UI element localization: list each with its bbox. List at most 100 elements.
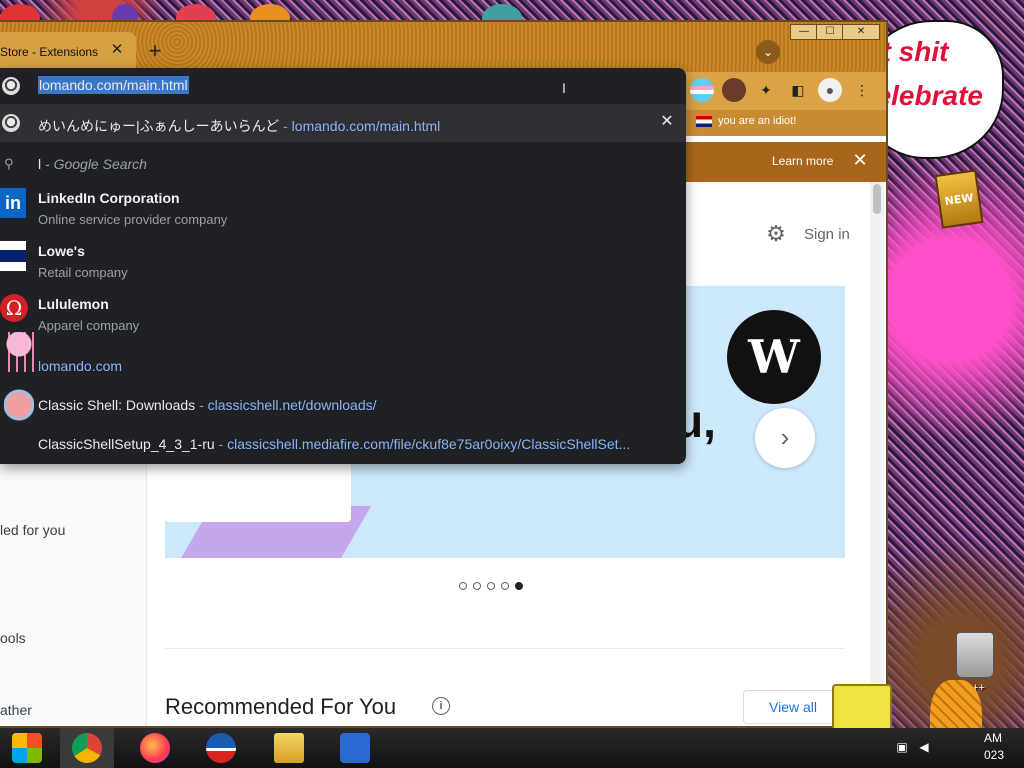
view-all-button[interactable]: View all — [743, 690, 843, 724]
app-icon — [206, 733, 236, 763]
tab-close-icon[interactable]: ✕ — [108, 41, 126, 59]
entity-description: Online service provider company — [38, 212, 228, 227]
minimize-button[interactable]: — — [790, 24, 818, 40]
nav-item[interactable]: ools — [0, 630, 26, 646]
start-icon — [12, 733, 42, 763]
new-badge: NEW — [934, 169, 984, 229]
entity-suggestion[interactable]: Ω Lululemon Apparel company — [0, 288, 686, 340]
text-cursor-icon: I — [562, 80, 566, 96]
section-title: Recommended For You — [165, 694, 397, 719]
entity-description: Retail company — [38, 265, 128, 280]
suggestion-url: classicshell.net/downloads/ — [207, 397, 377, 413]
account-icon[interactable]: ● — [818, 78, 842, 102]
start-button[interactable] — [0, 728, 54, 768]
volume-icon[interactable]: ◀ — [916, 740, 932, 756]
close-window-button[interactable]: ✕ — [842, 24, 880, 40]
carousel-dot[interactable] — [501, 581, 509, 590]
new-tab-button[interactable]: + — [144, 40, 166, 62]
lowes-logo-icon — [0, 241, 26, 271]
remove-suggestion-icon[interactable]: ✕ — [658, 113, 676, 131]
suggestion-url: lomando.com/main.html — [291, 118, 441, 134]
address-input[interactable]: lomando.com/main.html — [38, 76, 189, 94]
carousel-dot[interactable] — [487, 581, 495, 590]
firefox-icon — [140, 733, 170, 763]
taskbar-chrome[interactable] — [60, 728, 114, 768]
entity-name: LinkedIn Corporation — [38, 190, 180, 206]
omnibox-dropdown: lomando.com/main.html I めいんめにゅー|ふぁんしーあいら… — [0, 68, 686, 464]
carousel-dot-active[interactable] — [515, 581, 523, 590]
carousel-dots — [459, 577, 529, 590]
clock-time: AM — [984, 731, 1002, 745]
bookmark-item[interactable]: you are an idiot! — [696, 115, 796, 127]
desktop-top-icons — [0, 0, 540, 32]
suggestion-separator: - — [214, 436, 228, 452]
taskbar-app[interactable] — [194, 728, 248, 768]
maximize-button[interactable]: ☐ — [816, 24, 844, 40]
app-icon — [340, 733, 370, 763]
nav-item[interactable]: led for you — [0, 522, 65, 538]
suggestion-title: ClassicShellSetup_4_3_1-ru — [38, 436, 215, 452]
suggestion-row[interactable]: ClassicShellSetup_4_3_1-ru - classicshel… — [0, 424, 686, 462]
learn-more-link[interactable]: Learn more — [772, 154, 833, 168]
title-bar: Store - Extensions ✕ + ⌄ — ☐ ✕ — [0, 22, 886, 72]
carousel-dot[interactable] — [459, 581, 467, 590]
suggestion-text: ClassicShellSetup_4_3_1-ru - classicshel… — [38, 436, 678, 452]
menu-dots-icon[interactable]: ⋮ — [850, 78, 874, 102]
tab-search-icon[interactable]: ⌄ — [756, 40, 780, 64]
puzzle-icon[interactable]: ✦ — [754, 78, 778, 102]
address-bar[interactable]: lomando.com/main.html I — [0, 68, 686, 104]
nav-item[interactable]: ather — [0, 702, 32, 718]
entity-description: Apparel company — [38, 318, 140, 333]
sign-in-link[interactable]: Sign in — [804, 226, 850, 243]
suggestion-url: classicshell.mediafire.com/file/ckuf8e75… — [227, 436, 631, 452]
search-suffix: - Google Search — [41, 156, 147, 172]
taskbar-app[interactable] — [328, 728, 382, 768]
info-bar-close-icon[interactable]: ✕ — [850, 150, 870, 171]
site-favicon-icon — [2, 77, 20, 95]
jellyfish-icon — [4, 332, 34, 372]
suggestion-text: Classic Shell: Downloads - classicshell.… — [38, 397, 678, 413]
clock-date: 023 — [984, 748, 1005, 762]
flag-icon — [696, 115, 712, 127]
suggestion-separator: - — [195, 397, 208, 413]
snail-icon — [4, 385, 34, 425]
recycle-bin-icon[interactable] — [956, 632, 994, 678]
info-icon[interactable]: i — [432, 697, 450, 715]
entity-suggestion[interactable]: in LinkedIn Corporation Online service p… — [0, 182, 686, 234]
suggestion-url: lomando.com — [38, 358, 123, 374]
suggestion-row[interactable]: lomando.com — [0, 332, 686, 384]
taskbar-firefox[interactable] — [128, 728, 182, 768]
hero-logo: W — [727, 310, 821, 404]
taskbar-clock[interactable]: AM 023 — [984, 730, 1004, 764]
tab-extensions[interactable]: Store - Extensions ✕ — [0, 32, 136, 72]
suggestion-text: めいんめにゅー|ふぁんしーあいらんど - lomando.com/main.ht… — [38, 116, 678, 136]
network-icon[interactable]: ▣ — [894, 740, 910, 756]
extension-icon[interactable] — [690, 78, 714, 102]
suggestion-text: lomando.com — [38, 358, 678, 374]
suggestion-title: めいんめにゅー|ふぁんしーあいらんど — [38, 118, 280, 134]
scrollbar-thumb[interactable] — [873, 184, 881, 214]
site-favicon-icon — [2, 114, 20, 132]
carousel-next-button[interactable]: › — [755, 408, 815, 468]
folder-icon — [274, 733, 304, 763]
settings-gear-icon[interactable]: ⚙ — [764, 222, 788, 246]
search-suggestion-row[interactable]: ⚲ l - Google Search — [0, 144, 686, 182]
divider — [165, 648, 845, 649]
search-icon: ⚲ — [4, 156, 14, 171]
carousel-dot[interactable] — [473, 581, 481, 590]
tab-title: Store - Extensions — [0, 45, 99, 59]
suggestion-row[interactable]: めいんめにゅー|ふぁんしーあいらんど - lomando.com/main.ht… — [0, 104, 686, 142]
taskbar-explorer[interactable] — [262, 728, 316, 768]
profile-extension-icon[interactable] — [722, 78, 746, 102]
suggestion-title: Classic Shell: Downloads — [38, 397, 196, 413]
side-panel-icon[interactable]: ◧ — [786, 78, 810, 102]
entity-name: Lowe's — [38, 243, 85, 259]
lululemon-logo-icon: Ω — [0, 294, 28, 322]
entity-suggestion[interactable]: Lowe's Retail company — [0, 235, 686, 287]
suggestion-row[interactable]: Classic Shell: Downloads - classicshell.… — [0, 385, 686, 425]
suggestion-text: l - Google Search — [38, 156, 678, 172]
page-scrollbar[interactable] — [870, 182, 884, 726]
hero-card — [165, 456, 351, 522]
bookmark-label: you are an idiot! — [718, 115, 797, 127]
chrome-icon — [72, 733, 102, 763]
